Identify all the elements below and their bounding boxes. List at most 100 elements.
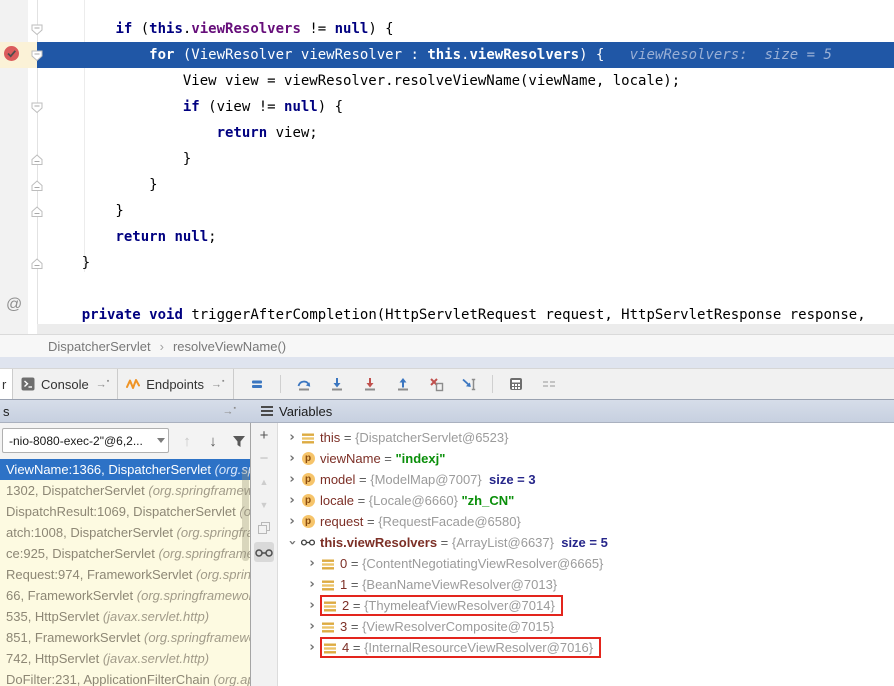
red-annotation-box: 4 = {InternalResourceViewResolver@7016} [320,637,601,658]
panel-divider[interactable] [250,423,251,686]
variables-panel-header: Variables [251,400,894,422]
fold-end-marker-icon[interactable] [31,153,44,171]
frames-scrollbar[interactable] [242,469,249,561]
stack-frame-row[interactable]: 742, HttpServlet (javax.servlet.http) [0,648,250,669]
fold-marker-icon[interactable] [31,101,44,119]
variable-row[interactable]: ›0 = {ContentNegotiatingViewResolver@666… [278,553,894,574]
console-icon [21,377,35,391]
variable-row[interactable]: ›4 = {InternalResourceViewResolver@7016} [278,637,894,658]
stack-frame-row[interactable]: 851, FrameworkServlet (org.springframewo [0,627,250,648]
value-icon [323,599,337,613]
value-icon [321,620,335,634]
parameter-icon: p [301,452,315,466]
expand-chevron-icon[interactable]: › [304,556,320,571]
variable-row[interactable]: ›prequest = {RequestFacade@6580} [278,511,894,532]
thread-selector[interactable]: -nio-8080-exec-2"@6,2... [2,428,169,453]
show-watches-toggle[interactable] [254,542,274,562]
stack-frame-row[interactable]: DoFilter:231, ApplicationFilterChain (or… [0,669,250,686]
force-step-into-button[interactable] [360,373,380,395]
expand-chevron-icon[interactable]: › [284,472,300,487]
add-watch-button[interactable]: + [254,427,274,444]
expand-chevron-icon[interactable]: › [304,640,320,655]
variable-row[interactable]: ›plocale = {Locale@6660} "zh_CN" [278,490,894,511]
duplicate-watch-button[interactable] [254,519,274,536]
step-over-button[interactable] [294,373,314,395]
frames-panel-header: s →▪ [0,400,250,422]
variable-row[interactable]: ›pmodel = {ModelMap@7007} size = 3 [278,469,894,490]
value-icon [323,641,337,655]
expand-chevron-icon[interactable]: › [284,451,300,466]
remove-watch-button[interactable]: − [254,450,274,467]
code-editor[interactable]: if (this.viewResolvers != null) { for (V… [0,0,894,334]
move-tab-icon[interactable]: →▪ [211,378,224,391]
expand-chevron-icon[interactable]: › [304,577,320,592]
tab-console[interactable]: Console →▪ [13,369,118,399]
code-line[interactable]: } [37,172,894,198]
expand-chevron-icon[interactable]: › [304,619,320,634]
tab-endpoints[interactable]: Endpoints →▪ [118,369,233,399]
tab-debugger-partial[interactable]: r [0,369,13,399]
hide-frames-filter-button[interactable] [228,430,250,452]
fold-end-marker-icon[interactable] [31,179,44,197]
stack-frame-row[interactable]: 1302, DispatcherServlet (org.springframe… [0,480,250,501]
variable-row[interactable]: ›this = {DispatcherServlet@6523} [278,427,894,448]
run-to-cursor-button[interactable] [459,373,479,395]
move-watch-up-button[interactable]: ▲ [254,473,274,490]
code-line[interactable]: } [37,198,894,224]
expand-chevron-icon[interactable]: › [304,598,320,613]
collapse-chevron-icon[interactable]: › [285,535,300,551]
next-frame-button[interactable]: ↓ [202,430,224,452]
thread-selector-value: -nio-8080-exec-2"@6,2... [9,434,143,448]
stack-frame-row[interactable]: ViewName:1366, DispatcherServlet (org.sp… [0,459,250,480]
menu-bars-icon[interactable] [261,406,273,416]
evaluate-expression-button[interactable] [506,373,526,395]
code-line[interactable]: View view = viewResolver.resolveViewName… [37,68,894,94]
code-lines: if (this.viewResolvers != null) { for (V… [37,16,894,328]
expand-chevron-icon[interactable]: › [284,514,300,529]
code-line[interactable]: if (view != null) { [37,94,894,120]
stack-frame-row[interactable]: DispatchResult:1069, DispatcherServlet (… [0,501,250,522]
move-watch-down-button[interactable]: ▼ [254,496,274,513]
drop-frame-button[interactable] [426,373,446,395]
fold-marker-icon[interactable] [31,23,44,41]
breakpoint-icon[interactable] [3,45,20,67]
variable-row[interactable]: ›1 = {BeanNameViewResolver@7013} [278,574,894,595]
code-line[interactable]: if (this.viewResolvers != null) { [37,16,894,42]
code-line[interactable]: return null; [37,224,894,250]
stack-frame-row[interactable]: ce:925, DispatcherServlet (org.springfra… [0,543,250,564]
code-line[interactable]: } [37,146,894,172]
previous-frame-button[interactable]: ↑ [176,430,198,452]
variables-header-label: Variables [279,404,332,419]
code-line[interactable]: private void triggerAfterCompletion(Http… [37,302,894,328]
step-out-button[interactable] [393,373,413,395]
fold-end-marker-icon[interactable] [31,205,44,223]
frames-panel: -nio-8080-exec-2"@6,2... ↑ ↓ ViewName:13… [0,423,250,686]
step-into-button[interactable] [327,373,347,395]
breadcrumb-method[interactable]: resolveViewName() [173,339,286,354]
move-panel-icon[interactable]: →▪ [223,405,236,418]
breadcrumb-class[interactable]: DispatcherServlet [48,339,151,354]
variable-row[interactable]: ›pviewName = "indexj" [278,448,894,469]
variable-row[interactable]: ›this.viewResolvers = {ArrayList@6637} s… [278,532,894,553]
stack-frame-row[interactable]: 535, HttpServlet (javax.servlet.http) [0,606,250,627]
execution-code-line[interactable]: for (ViewResolver viewResolver : this.vi… [37,42,894,68]
fold-marker-icon[interactable] [31,49,44,67]
expand-chevron-icon[interactable]: › [284,430,300,445]
layout-settings-button[interactable] [539,373,559,395]
code-line[interactable]: } [37,250,894,276]
value-icon [321,578,335,592]
stack-frame-row[interactable]: atch:1008, DispatcherServlet (org.spring… [0,522,250,543]
watch-glasses-icon [301,536,315,550]
variable-row[interactable]: ›2 = {ThymeleafViewResolver@7014} [278,595,894,616]
stack-frame-row[interactable]: Request:974, FrameworkServlet (org.sprin… [0,564,250,585]
parameter-icon: p [301,494,315,508]
variables-tree: ›this = {DispatcherServlet@6523}›pviewNa… [278,423,894,686]
move-tab-icon[interactable]: →▪ [96,378,109,391]
expand-chevron-icon[interactable]: › [284,493,300,508]
fold-end-marker-icon[interactable] [31,257,44,275]
code-line[interactable]: return view; [37,120,894,146]
variable-row[interactable]: ›3 = {ViewResolverComposite@7015} [278,616,894,637]
stack-frame-row[interactable]: 66, FrameworkServlet (org.springframewor [0,585,250,606]
show-execution-point-button[interactable] [247,373,267,395]
code-line[interactable] [37,276,894,302]
